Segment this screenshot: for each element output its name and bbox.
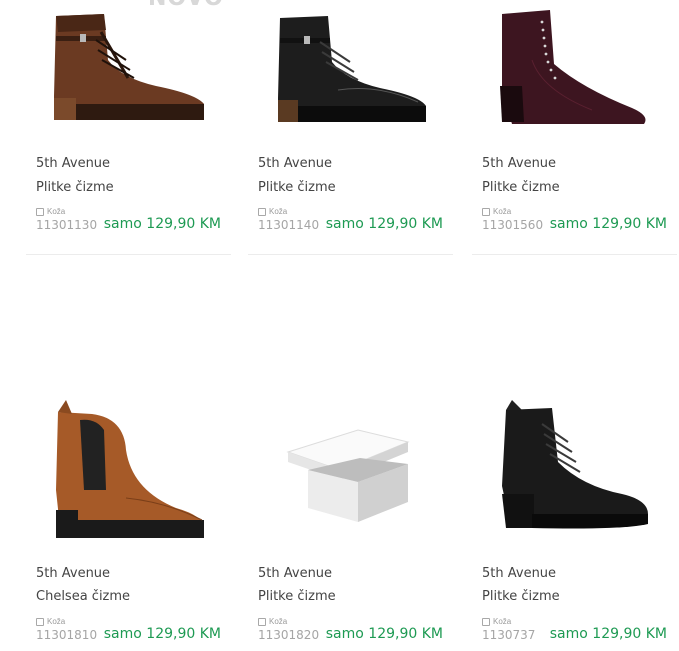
product-code: 11301820	[258, 628, 320, 642]
product-code: 11301130	[36, 218, 98, 232]
product-name[interactable]: Plitke čizme	[258, 180, 336, 195]
material-icon	[36, 207, 44, 216]
product-card[interactable]: 5th Avenue Plitke čizme Koža 11301560 sa…	[472, 0, 677, 255]
product-name[interactable]: Plitke čizme	[482, 589, 560, 604]
material-label: Koža	[482, 617, 511, 626]
product-brand[interactable]: 5th Avenue	[258, 156, 332, 171]
product-card[interactable]: 5th Avenue Plitke čizme Koža 11301820 sa…	[248, 330, 453, 651]
product-brand[interactable]: 5th Avenue	[258, 566, 332, 581]
product-name[interactable]: Plitke čizme	[258, 589, 336, 604]
product-price: samo 129,90 KM	[325, 216, 443, 232]
material-icon	[258, 207, 266, 216]
product-brand[interactable]: 5th Avenue	[482, 566, 556, 581]
product-image[interactable]	[472, 390, 677, 550]
material-label: Koža	[482, 207, 511, 216]
material-icon	[36, 617, 44, 626]
product-brand[interactable]: 5th Avenue	[36, 566, 110, 581]
material-icon	[258, 617, 266, 626]
material-icon	[482, 617, 490, 626]
material-label: Koža	[258, 617, 287, 626]
product-card[interactable]: 5th Avenue Plitke čizme Koža 1130737 sam…	[472, 330, 677, 651]
product-price: samo 129,90 KM	[103, 216, 221, 232]
product-price: samo 129,90 KM	[549, 216, 667, 232]
material-icon	[482, 207, 490, 216]
product-name[interactable]: Plitke čizme	[36, 180, 114, 195]
material-label: Koža	[258, 207, 287, 216]
product-price: samo 129,90 KM	[103, 626, 221, 642]
product-price: samo 129,90 KM	[325, 626, 443, 642]
material-label: Koža	[36, 207, 65, 216]
product-code: 1130737	[482, 628, 536, 642]
product-image[interactable]	[248, 390, 453, 550]
product-image[interactable]	[248, 0, 453, 140]
product-name[interactable]: Chelsea čizme	[36, 589, 130, 604]
product-image[interactable]	[26, 0, 231, 140]
product-name[interactable]: Plitke čizme	[482, 180, 560, 195]
product-card[interactable]: 5th Avenue Chelsea čizme Koža 11301810 s…	[26, 330, 231, 651]
product-code: 11301810	[36, 628, 98, 642]
product-code: 11301140	[258, 218, 320, 232]
product-code: 11301560	[482, 218, 544, 232]
product-price: samo 129,90 KM	[549, 626, 667, 642]
product-card[interactable]: 5th Avenue Plitke čizme Koža 11301140 sa…	[248, 0, 453, 255]
material-label: Koža	[36, 617, 65, 626]
product-image[interactable]	[26, 390, 231, 550]
product-card[interactable]: 5th Avenue Plitke čizme Koža 11301130 sa…	[26, 0, 231, 255]
product-brand[interactable]: 5th Avenue	[482, 156, 556, 171]
product-image[interactable]	[472, 0, 677, 140]
product-brand[interactable]: 5th Avenue	[36, 156, 110, 171]
